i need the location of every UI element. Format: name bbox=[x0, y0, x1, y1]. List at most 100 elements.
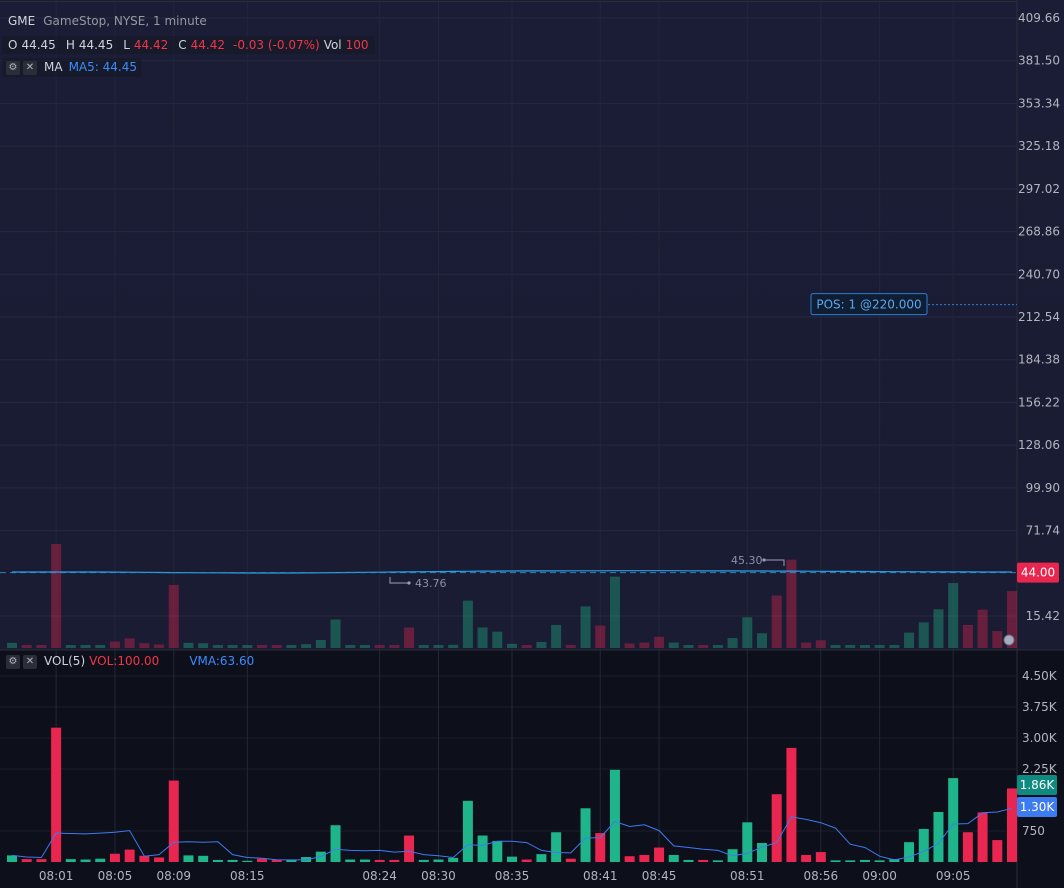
candle-bar bbox=[727, 638, 738, 648]
candle-bar bbox=[830, 645, 841, 648]
volume-bar bbox=[109, 853, 120, 862]
volume-bar bbox=[992, 840, 1003, 862]
volume-bar bbox=[507, 856, 517, 862]
chart-canvas[interactable]: POS: 1 @220.000 43.76 45.30 08:01 08:05 08:0… bbox=[0, 0, 1064, 888]
candle-bar bbox=[683, 645, 694, 648]
low-marker-label: 43.76 bbox=[415, 577, 447, 590]
close-icon[interactable]: ✕ bbox=[23, 654, 37, 669]
volume-value: 100 bbox=[345, 38, 369, 52]
volume-bar bbox=[65, 859, 76, 862]
low-marker-dot bbox=[407, 581, 411, 585]
candle-bar bbox=[242, 645, 253, 648]
gear-icon[interactable]: ⚙ bbox=[6, 60, 20, 75]
volume-bar bbox=[948, 778, 959, 862]
candle-bar bbox=[389, 645, 400, 648]
volume-bar bbox=[639, 854, 650, 862]
price-tick-label: 15.42 bbox=[1026, 609, 1060, 623]
position-label: POS: 1 @220.000 bbox=[816, 298, 921, 312]
high-value: 44.45 bbox=[78, 38, 114, 52]
symbol-ticker[interactable]: GME bbox=[8, 14, 35, 28]
price-tick-label: 409.66 bbox=[1018, 11, 1060, 25]
candle-bar bbox=[639, 642, 650, 648]
vol-legend[interactable]: ⚙ ✕ VOL(5) VOL:100.00 VMA:63.60 bbox=[2, 652, 258, 671]
volume-bar bbox=[918, 828, 929, 862]
ma-name: MA bbox=[44, 60, 63, 74]
candle-bar bbox=[65, 645, 76, 648]
volume-bar bbox=[7, 855, 17, 862]
close-icon[interactable]: ✕ bbox=[23, 60, 37, 75]
volume-bar bbox=[36, 859, 47, 862]
volume-bar bbox=[448, 857, 459, 862]
volume-tick-label: 2.25K bbox=[1022, 762, 1058, 776]
candle-bar bbox=[962, 624, 973, 648]
candle-bar bbox=[771, 595, 782, 648]
volume-bar bbox=[859, 859, 870, 862]
price-tick-label: 381.50 bbox=[1018, 54, 1060, 68]
symbol-legend[interactable]: GME GameStop, NYSE, 1 minute bbox=[0, 12, 213, 30]
gear-icon[interactable]: ⚙ bbox=[6, 654, 20, 669]
candle-bar bbox=[948, 583, 959, 648]
candle-bar bbox=[992, 631, 1003, 648]
volume-bar bbox=[462, 800, 473, 862]
close-label: C bbox=[178, 38, 187, 52]
volume-tick-label: 4.50K bbox=[1022, 669, 1058, 683]
price-tick-label: 268.86 bbox=[1018, 225, 1060, 239]
candle-bar bbox=[227, 645, 238, 648]
volume-bar bbox=[359, 859, 370, 862]
ma-legend[interactable]: ⚙ ✕ MA MA5: 44.45 bbox=[2, 58, 141, 77]
volume-bar bbox=[977, 812, 988, 862]
candle-bar bbox=[359, 645, 370, 648]
change-value: -0.03 (-0.07%) bbox=[233, 38, 320, 52]
candle-bar bbox=[609, 576, 620, 648]
candle-bar bbox=[139, 643, 150, 648]
time-tick-label: 08:56 bbox=[804, 869, 839, 883]
volume-bar bbox=[183, 855, 194, 862]
ma-value: MA5: 44.45 bbox=[68, 60, 137, 74]
candle-bar bbox=[198, 643, 209, 648]
time-tick-label: 08:01 bbox=[39, 869, 74, 883]
low-value: 44.42 bbox=[133, 38, 169, 52]
price-tick-label: 156.22 bbox=[1018, 395, 1060, 409]
time-tick-label: 08:15 bbox=[230, 869, 265, 883]
volume-bar bbox=[477, 835, 488, 862]
volume-bar bbox=[874, 860, 885, 862]
candle-bar bbox=[95, 645, 106, 648]
candle-bar bbox=[904, 632, 915, 648]
vol-value: VOL:100.00 bbox=[89, 654, 160, 668]
volume-bar bbox=[712, 860, 723, 862]
volume-bar bbox=[330, 825, 341, 862]
candle-bar bbox=[315, 640, 326, 648]
volume-bar bbox=[551, 832, 562, 862]
candle-bar bbox=[874, 645, 885, 648]
volume-bar bbox=[845, 860, 856, 862]
candle-bar bbox=[712, 645, 723, 648]
volume-bar bbox=[433, 859, 444, 862]
candle-bar bbox=[698, 645, 709, 648]
candle-bar bbox=[492, 631, 503, 648]
volume-badge-label: 1.30K bbox=[1020, 800, 1056, 814]
volume-bar bbox=[565, 858, 576, 862]
time-tick-label: 08:05 bbox=[98, 869, 133, 883]
volume-bar bbox=[609, 769, 620, 862]
price-tick-label: 240.70 bbox=[1018, 267, 1060, 281]
volume-bar bbox=[683, 859, 694, 862]
volume-bar bbox=[257, 858, 267, 862]
candle-bar bbox=[286, 645, 297, 648]
time-tick-label: 08:35 bbox=[495, 869, 530, 883]
candle-bar bbox=[345, 645, 356, 648]
candle-bar bbox=[124, 638, 135, 648]
candle-bar bbox=[477, 627, 488, 648]
candle-bar bbox=[7, 642, 17, 648]
price-tick-label: 99.90 bbox=[1026, 481, 1060, 495]
candle-bar bbox=[624, 643, 635, 648]
volume-label: Vol bbox=[323, 38, 342, 52]
volume-bar bbox=[933, 811, 944, 862]
price-tick-label: 325.18 bbox=[1018, 139, 1060, 153]
scroll-to-realtime-dot bbox=[1003, 634, 1015, 646]
price-tick-label: 297.02 bbox=[1018, 182, 1060, 196]
volume-bar bbox=[698, 859, 709, 862]
candle-bar bbox=[462, 600, 473, 648]
vma-value: VMA:63.60 bbox=[189, 654, 255, 668]
time-tick-label: 08:51 bbox=[730, 869, 765, 883]
candle-bar bbox=[521, 645, 532, 648]
